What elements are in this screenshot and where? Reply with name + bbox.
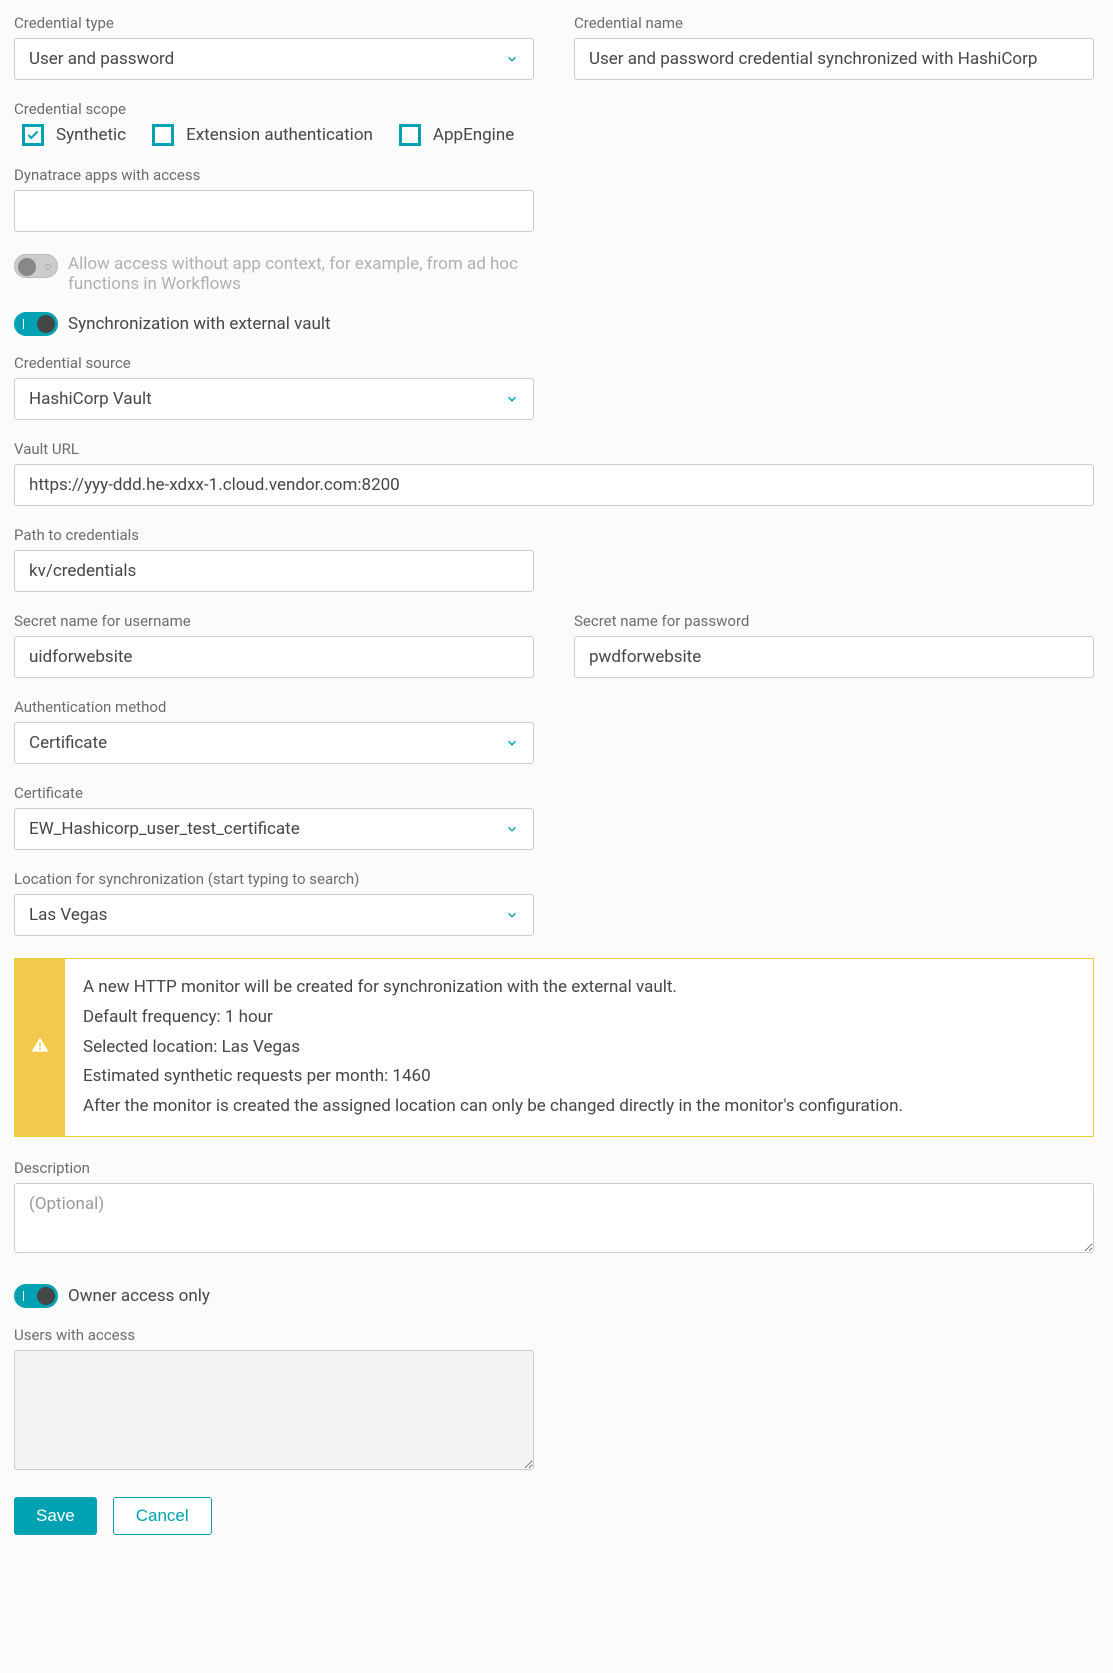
cancel-button[interactable]: Cancel — [113, 1497, 212, 1535]
owner-only-toggle[interactable] — [14, 1284, 58, 1308]
secret-pass-label: Secret name for password — [574, 612, 1094, 630]
location-select[interactable]: Las Vegas — [14, 894, 534, 936]
credential-type-value: User and password — [29, 49, 174, 69]
auth-method-label: Authentication method — [14, 698, 1099, 716]
apps-access-input[interactable] — [14, 190, 534, 232]
sync-alert: A new HTTP monitor will be created for s… — [14, 958, 1094, 1137]
sync-external-label: Synchronization with external vault — [68, 314, 331, 334]
certificate-select[interactable]: EW_Hashicorp_user_test_certificate — [14, 808, 534, 850]
allow-no-context-label: Allow access without app context, for ex… — [68, 254, 528, 294]
scope-extension-label: Extension authentication — [186, 125, 373, 145]
apps-access-label: Dynatrace apps with access — [14, 166, 1099, 184]
credential-source-label: Credential source — [14, 354, 1099, 372]
scope-appengine-label: AppEngine — [433, 125, 514, 145]
alert-line: A new HTTP monitor will be created for s… — [83, 973, 903, 1003]
path-label: Path to credentials — [14, 526, 1099, 544]
chevron-down-icon — [505, 736, 519, 750]
credential-source-select[interactable]: HashiCorp Vault — [14, 378, 534, 420]
credential-name-label: Credential name — [574, 14, 1094, 32]
owner-only-label: Owner access only — [68, 1286, 210, 1306]
description-textarea[interactable] — [14, 1183, 1094, 1253]
location-label: Location for synchronization (start typi… — [14, 870, 1099, 888]
alert-line: Selected location: Las Vegas — [83, 1033, 903, 1063]
secret-user-input[interactable] — [14, 636, 534, 678]
warning-icon — [30, 1035, 50, 1060]
credential-type-label: Credential type — [14, 14, 534, 32]
chevron-down-icon — [505, 392, 519, 406]
chevron-down-icon — [505, 822, 519, 836]
alert-line: After the monitor is created the assigne… — [83, 1092, 903, 1122]
sync-external-toggle[interactable] — [14, 312, 58, 336]
certificate-value: EW_Hashicorp_user_test_certificate — [29, 819, 300, 839]
scope-appengine-checkbox[interactable]: AppEngine — [399, 124, 514, 146]
certificate-label: Certificate — [14, 784, 1099, 802]
vault-url-label: Vault URL — [14, 440, 1099, 458]
vault-url-input[interactable] — [14, 464, 1094, 506]
credential-name-input[interactable] — [574, 38, 1094, 80]
secret-pass-input[interactable] — [574, 636, 1094, 678]
check-icon — [26, 128, 40, 142]
path-input[interactable] — [14, 550, 534, 592]
users-access-label: Users with access — [14, 1326, 1099, 1344]
scope-extension-checkbox[interactable]: Extension authentication — [152, 124, 373, 146]
auth-method-select[interactable]: Certificate — [14, 722, 534, 764]
auth-method-value: Certificate — [29, 733, 107, 753]
credential-type-select[interactable]: User and password — [14, 38, 534, 80]
scope-synthetic-checkbox[interactable]: Synthetic — [22, 124, 126, 146]
location-value: Las Vegas — [29, 905, 107, 925]
alert-line: Default frequency: 1 hour — [83, 1003, 903, 1033]
save-button[interactable]: Save — [14, 1497, 97, 1535]
chevron-down-icon — [505, 908, 519, 922]
users-access-textarea[interactable] — [14, 1350, 534, 1470]
credential-scope-label: Credential scope — [14, 100, 1099, 118]
allow-no-context-toggle[interactable] — [14, 254, 58, 278]
alert-line: Estimated synthetic requests per month: … — [83, 1062, 903, 1092]
credential-source-value: HashiCorp Vault — [29, 389, 152, 409]
secret-user-label: Secret name for username — [14, 612, 534, 630]
scope-synthetic-label: Synthetic — [56, 125, 126, 145]
chevron-down-icon — [505, 52, 519, 66]
description-label: Description — [14, 1159, 1099, 1177]
